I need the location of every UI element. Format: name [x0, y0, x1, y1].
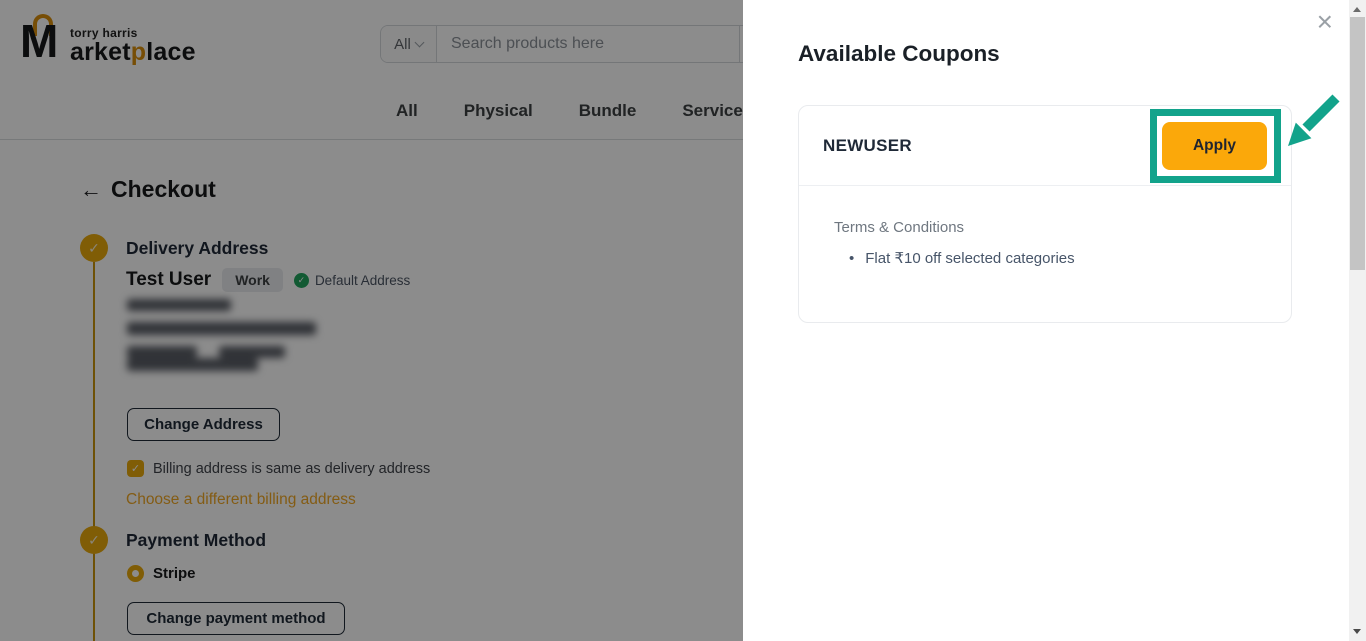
coupon-code: NEWUSER — [823, 136, 912, 156]
close-icon[interactable]: × — [1317, 8, 1333, 36]
bullet-icon: • — [849, 250, 854, 267]
drawer-title: Available Coupons — [798, 41, 1000, 67]
annotation-arrow-icon — [1280, 90, 1342, 154]
coupon-card: NEWUSER Apply Terms & Conditions • Flat … — [798, 105, 1292, 323]
coupons-drawer: × Available Coupons NEWUSER Apply Terms … — [743, 0, 1349, 641]
scrollbar-down-arrow-icon[interactable] — [1353, 629, 1361, 634]
scrollbar-thumb[interactable] — [1350, 17, 1365, 270]
scrollbar-up-arrow-icon[interactable] — [1353, 7, 1361, 12]
apply-coupon-button[interactable]: Apply — [1162, 122, 1267, 170]
coupon-row: NEWUSER Apply — [799, 106, 1291, 186]
terms-and-conditions-title: Terms & Conditions — [834, 219, 964, 236]
terms-item: • Flat ₹10 off selected categories — [849, 249, 1075, 267]
page: M torry harris arketplace All All Phy — [0, 0, 1366, 641]
scrollbar[interactable] — [1349, 0, 1366, 641]
